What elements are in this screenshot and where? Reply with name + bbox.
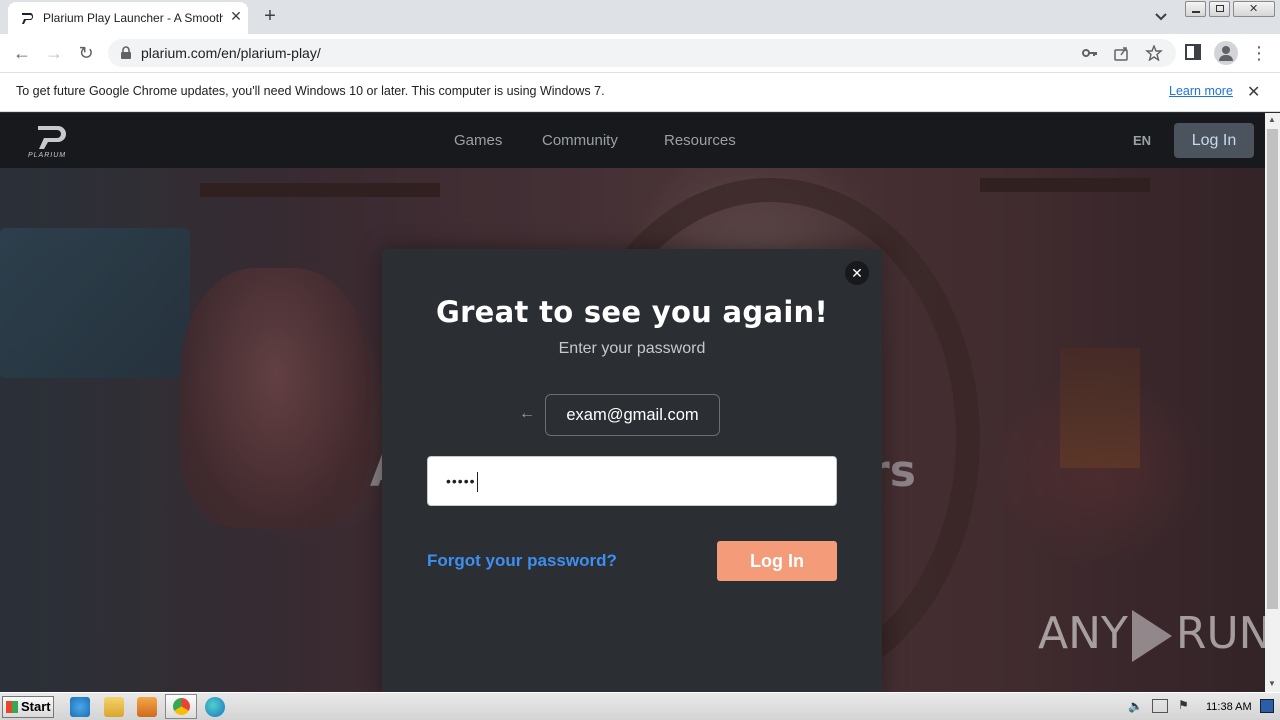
action-center-flag-icon[interactable]: ⚑ [1178,698,1189,712]
text-caret [476,472,478,493]
reload-icon[interactable]: ↻ [74,42,98,64]
close-window-button[interactable]: ✕ [1233,1,1275,17]
chrome-icon [173,698,190,715]
header-login-button[interactable]: Log In [1174,123,1254,158]
chrome-menu-icon[interactable]: ⋮ [1247,42,1271,64]
network-icon[interactable] [1152,699,1168,713]
web-page: A rs PLARIUM Games Community Resources E… [0,113,1265,692]
tab-title: Plarium Play Launcher - A Smoother [43,11,223,25]
restore-window-button[interactable] [1209,1,1230,17]
browser-tab[interactable]: Plarium Play Launcher - A Smoother ✕ [8,2,248,34]
share-icon[interactable] [1113,45,1131,61]
password-value: ••••• [446,473,476,489]
back-arrow-icon[interactable]: ← [519,405,537,422]
tab-close-icon[interactable]: ✕ [228,8,244,26]
plarium-logo-icon [38,126,66,149]
file-explorer-icon[interactable] [104,697,124,717]
anyrun-watermark: ANY RUN [1038,608,1272,662]
url-text: plarium.com/en/plarium-play/ [141,45,321,61]
scrollbar-thumb[interactable] [1267,129,1278,609]
modal-heading: Great to see you again! [435,295,829,329]
system-tray: 🔈 ⚑ [1122,696,1278,718]
browser-tab-strip: Plarium Play Launcher - A Smoother ✕ + ✕ [0,0,1280,34]
password-input[interactable]: ••••• [427,456,837,506]
profile-avatar[interactable] [1214,41,1238,65]
watermark-run: RUN [1175,608,1272,659]
media-player-icon[interactable] [137,697,157,717]
windows-flag-icon [6,701,18,713]
volume-icon[interactable]: 🔈 [1128,699,1143,713]
email-chip[interactable]: exam@gmail.com [545,394,720,436]
taskbar-clock[interactable]: 11:38 AM [1206,701,1252,713]
plarium-logo[interactable]: PLARIUM [26,122,76,162]
login-modal: ✕ Great to see you again! Enter your pas… [382,249,882,692]
info-bar-message: To get future Google Chrome updates, you… [16,84,605,98]
info-bar-close-icon[interactable]: ✕ [1247,82,1260,102]
back-arrow-icon[interactable]: ← [10,42,34,64]
learn-more-link[interactable]: Learn more [1169,84,1233,98]
windows-taskbar: Start 🔈 ⚑ 11:38 AM [0,692,1280,720]
watermark-play-icon [1131,610,1172,662]
nav-link-community[interactable]: Community [542,132,618,149]
edge-icon[interactable] [205,697,225,717]
watermark-any: ANY [1038,608,1128,659]
plarium-favicon-icon [22,13,34,24]
forgot-password-link[interactable]: Forgot your password? [427,551,617,571]
show-desktop-icon[interactable] [1260,699,1274,713]
start-label: Start [21,699,51,714]
taskbar-chrome-active[interactable] [165,694,197,719]
scroll-up-icon[interactable]: ▲ [1268,115,1276,124]
language-selector[interactable]: EN [1133,133,1151,148]
internet-explorer-icon[interactable] [70,697,90,717]
nav-link-resources[interactable]: Resources [664,132,736,149]
lock-icon [121,46,131,59]
modal-subheading: Enter your password [558,340,706,357]
page-scrollbar[interactable]: ▲ ▼ [1265,113,1280,692]
nav-link-games[interactable]: Games [454,132,502,149]
key-icon[interactable] [1081,45,1099,61]
new-tab-button[interactable]: + [258,5,282,29]
bookmark-star-icon[interactable] [1145,45,1163,61]
address-bar[interactable]: plarium.com/en/plarium-play/ [108,39,1176,67]
browser-toolbar: ← → ↻ plarium.com/en/plarium-play/ ⋮ [0,34,1280,72]
login-button[interactable]: Log In [717,541,837,581]
site-navbar: PLARIUM Games Community Resources EN Log… [0,113,1265,168]
modal-close-icon[interactable]: ✕ [845,261,869,285]
minimize-window-button[interactable] [1185,1,1206,17]
start-button[interactable]: Start [2,696,54,718]
update-info-bar: To get future Google Chrome updates, you… [0,72,1280,112]
scroll-down-icon[interactable]: ▼ [1268,679,1276,688]
logo-wordmark: PLARIUM [28,152,67,159]
forward-arrow-icon[interactable]: → [42,42,66,64]
side-panel-icon[interactable] [1185,44,1203,60]
tab-search-chevron-icon[interactable] [1150,7,1172,27]
